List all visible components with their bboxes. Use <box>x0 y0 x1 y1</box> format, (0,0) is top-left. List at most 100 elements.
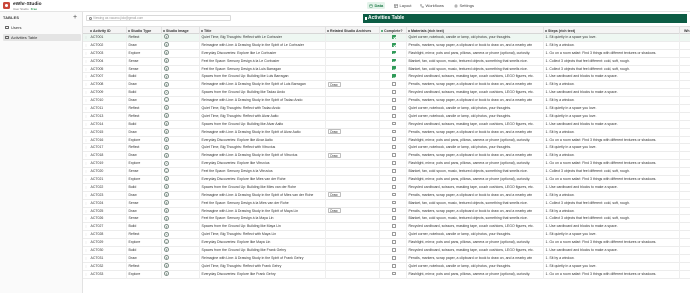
nav-workflows[interactable]: Workflows <box>418 2 446 9</box>
studio-image-thumbnail-icon[interactable] <box>163 136 169 142</box>
materials-cell[interactable]: Pencils, markers, scrap paper, a clipboa… <box>407 254 544 263</box>
draw-button[interactable]: Draw <box>327 81 341 87</box>
steps-cell[interactable]: 1. Collect 3 objects that feel different… <box>544 65 680 74</box>
materials-cell[interactable]: Pencils, markers, scrap paper, a clipboa… <box>407 191 544 200</box>
wh-cell[interactable] <box>680 66 690 74</box>
title-cell[interactable]: Feel the Space: Sensory Design à la Luis… <box>200 65 326 74</box>
steps-cell[interactable]: 1. Collect 3 objects that feel different… <box>544 57 680 66</box>
activity-id-cell[interactable]: ACT014 <box>89 120 127 129</box>
wh-cell[interactable] <box>680 121 690 129</box>
title-cell[interactable]: Quiet Time, Big Thoughts: Reflect with V… <box>200 144 326 153</box>
wh-cell[interactable] <box>680 215 690 223</box>
complete-cell[interactable] <box>380 152 407 161</box>
studio-image-thumbnail-icon[interactable] <box>163 255 169 261</box>
table-row[interactable]: ⋮ ACT026 Sense Feel the Space: Sensory Desi… <box>83 215 690 224</box>
studio-type-cell[interactable]: Build <box>127 223 162 232</box>
title-cell[interactable]: Feel the Space: Sensory Design à la Vitr… <box>200 168 326 177</box>
activity-id-cell[interactable]: ACT027 <box>89 223 127 232</box>
title-cell[interactable]: Quiet Time, Big Thoughts: Reflect with F… <box>200 262 326 271</box>
wh-cell[interactable] <box>680 113 690 121</box>
title-cell[interactable]: Feel the Space: Sensory Design à la Le C… <box>200 57 326 66</box>
table-row[interactable]: ⋮ ACT008 Draw Reimagine with Line: A Drawin… <box>83 81 690 90</box>
related-archives-cell[interactable] <box>326 120 380 129</box>
table-row[interactable]: ⋮ ACT029 Explore Everyday Discoveries: Expl… <box>83 239 690 248</box>
materials-cell[interactable]: Pencils, markers, scrap paper, a clipboa… <box>407 41 544 50</box>
related-archives-cell[interactable] <box>326 57 380 66</box>
studio-image-cell[interactable] <box>162 207 200 216</box>
studio-type-cell[interactable]: Draw <box>127 152 162 161</box>
studio-image-cell[interactable] <box>162 120 200 129</box>
steps-cell[interactable]: 1. Use cardboard and blocks to make a sp… <box>544 73 680 82</box>
complete-checkbox[interactable] <box>391 232 396 236</box>
studio-image-cell[interactable] <box>162 223 200 232</box>
steps-cell[interactable]: 1. Use cardboard and blocks to make a sp… <box>544 247 680 255</box>
steps-cell[interactable]: 1. Sit by a window. <box>544 254 680 263</box>
wh-cell[interactable] <box>680 247 690 255</box>
activity-id-cell[interactable]: ACT022 <box>89 183 127 192</box>
studio-image-thumbnail-icon[interactable] <box>163 57 169 63</box>
studio-image-thumbnail-icon[interactable] <box>163 160 169 166</box>
related-archives-cell[interactable]: Draw <box>326 81 380 90</box>
studio-image-thumbnail-icon[interactable] <box>163 144 169 150</box>
studio-image-cell[interactable] <box>162 160 200 169</box>
steps-cell[interactable]: 1. Sit quietly in a space you love. <box>544 231 680 240</box>
wh-cell[interactable] <box>680 223 690 231</box>
studio-type-cell[interactable]: Explore <box>127 136 162 145</box>
studio-type-cell[interactable]: Explore <box>127 49 162 58</box>
wh-cell[interactable] <box>680 129 690 137</box>
wh-cell[interactable] <box>680 152 690 160</box>
title-cell[interactable]: Spaces from the Ground Up: Building like… <box>200 223 326 232</box>
activity-id-cell[interactable]: ACT001 <box>89 34 127 42</box>
steps-cell[interactable]: 1. Sit quietly in a space you love. <box>544 112 680 121</box>
materials-cell[interactable]: Pencils, markers, scrap paper, a clipboa… <box>407 128 544 137</box>
wh-cell[interactable] <box>680 176 690 184</box>
title-cell[interactable]: Spaces from the Ground Up: Building like… <box>200 89 326 98</box>
wh-cell[interactable] <box>680 239 690 247</box>
activity-id-cell[interactable]: ACT009 <box>89 89 127 98</box>
activity-id-cell[interactable]: ACT032 <box>89 262 127 271</box>
steps-cell[interactable]: 1. Sit by a window. <box>544 191 680 200</box>
table-row[interactable]: ⋮ ACT028 Reflect Quiet Time, Big Thoughts: … <box>83 231 690 240</box>
title-cell[interactable]: Everyday Discoveries: Explore like Mies … <box>200 176 326 184</box>
complete-checkbox[interactable] <box>391 208 396 213</box>
wh-cell[interactable] <box>680 168 690 176</box>
steps-cell[interactable]: 1. Collect 3 objects that feel different… <box>544 168 680 177</box>
steps-cell[interactable]: 1. Sit quietly in a space you love. <box>544 105 680 113</box>
studio-image-thumbnail-icon[interactable] <box>163 215 169 221</box>
title-cell[interactable]: Everyday Discoveries: Explore like Frank… <box>200 270 326 279</box>
complete-checkbox[interactable] <box>391 74 396 79</box>
studio-type-cell[interactable]: Draw <box>127 207 162 216</box>
title-cell[interactable]: Reimagine with Line: A Drawing Study in … <box>200 128 326 137</box>
wh-cell[interactable] <box>680 231 690 239</box>
draw-button[interactable]: Draw <box>327 207 341 213</box>
materials-cell[interactable]: Blanket, fan, cold spoon, music, texture… <box>407 199 544 208</box>
studio-image-thumbnail-icon[interactable] <box>163 199 169 205</box>
steps-cell[interactable]: 1. Use cardboard and blocks to make a sp… <box>544 89 680 98</box>
complete-cell[interactable] <box>380 112 407 121</box>
activity-id-cell[interactable]: ACT025 <box>89 207 127 216</box>
wh-cell[interactable] <box>680 105 690 113</box>
studio-image-cell[interactable] <box>162 247 200 255</box>
complete-checkbox[interactable] <box>391 98 396 102</box>
table-row[interactable]: ⋮ ACT014 Build Spaces from the Ground Up: B… <box>83 120 690 129</box>
viewing-as-field[interactable]: Viewing as vacano.jido@gmail.com <box>86 15 231 21</box>
studio-image-cell[interactable] <box>162 183 200 192</box>
activity-id-cell[interactable]: ACT031 <box>89 254 127 263</box>
complete-checkbox[interactable] <box>391 129 396 134</box>
activity-id-cell[interactable]: ACT030 <box>89 247 127 255</box>
materials-cell[interactable]: Pencils, markers, scrap paper, a clipboa… <box>407 81 544 90</box>
materials-cell[interactable]: Blanket, fan, cold spoon, music, texture… <box>407 65 544 74</box>
studio-image-thumbnail-icon[interactable] <box>163 105 169 111</box>
wh-cell[interactable] <box>680 144 690 152</box>
studio-type-cell[interactable]: Draw <box>127 128 162 137</box>
complete-cell[interactable] <box>380 223 407 232</box>
activity-id-cell[interactable]: ACT019 <box>89 160 127 169</box>
steps-cell[interactable]: 1. Sit quietly in a space you love. <box>544 262 680 271</box>
materials-cell[interactable]: Flashlight, mirror, pots and pans, pillo… <box>407 176 544 184</box>
title-cell[interactable]: Spaces from the Ground Up: Building like… <box>200 73 326 82</box>
activity-id-cell[interactable]: ACT016 <box>89 136 127 145</box>
studio-type-cell[interactable]: Sense <box>127 199 162 208</box>
wh-cell[interactable] <box>680 50 690 58</box>
wh-cell[interactable] <box>680 42 690 50</box>
materials-cell[interactable]: Recycled cardboard, scissors, masking ta… <box>407 247 544 255</box>
